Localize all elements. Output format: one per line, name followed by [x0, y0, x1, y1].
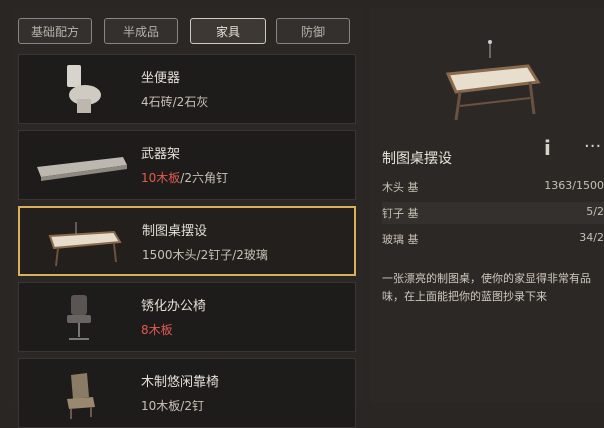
- recipe-panel: 基础配方 半成品 家具 防御 坐便器 4石砖/2石灰 武器架 10木板/2六角钉: [12, 8, 362, 428]
- info-button[interactable]: i: [544, 136, 551, 160]
- requirement-name: 木头 基: [382, 181, 419, 194]
- recipe-item-office-chair[interactable]: 锈化办公椅 8木板: [18, 282, 356, 352]
- requirement-value: 34/2: [579, 231, 604, 244]
- recipe-item-name: 坐便器: [141, 71, 181, 86]
- recipe-item-cost: 10木板/2六角钉: [141, 169, 228, 186]
- requirement-row: 钉子 基 5/2: [382, 202, 604, 224]
- tab-furniture[interactable]: 家具: [190, 18, 266, 44]
- requirement-value: 5/2: [586, 205, 604, 218]
- tab-basic-recipes[interactable]: 基础配方: [18, 18, 92, 44]
- detail-title: 制图桌摆设: [382, 151, 452, 167]
- recipe-item-lounge-chair[interactable]: 木制悠闲靠椅 10木板/2钉: [18, 358, 356, 428]
- item-description: 一张漂亮的制图桌，使你的家显得非常有品味，在上面能把你的蓝图抄录下来: [382, 272, 591, 303]
- toilet-icon: [27, 59, 133, 119]
- recipe-item-drafting-table[interactable]: 制图桌摆设 1500木头/2钉子/2玻璃: [18, 206, 356, 276]
- drafting-table-icon: [28, 212, 134, 272]
- recipe-item-cost: 8木板: [141, 323, 173, 337]
- recipe-item-name: 锈化办公椅: [141, 299, 207, 314]
- weapon-rack-icon: [27, 135, 133, 195]
- requirement-value: 1363/1500: [544, 179, 604, 192]
- cost-insufficient: 10木板: [141, 171, 181, 185]
- tab-defense[interactable]: 防御: [276, 18, 350, 44]
- requirement-name: 钉子 基: [382, 207, 419, 220]
- requirement-row: 玻璃 基 34/2: [382, 228, 604, 250]
- office-chair-icon: [27, 287, 133, 347]
- requirement-name: 玻璃 基: [382, 233, 419, 246]
- requirement-row: 木头 基 1363/1500: [382, 176, 604, 198]
- recipe-item-cost: 10木板/2钉: [141, 399, 204, 413]
- recipe-item-cost: 1500木头/2钉子/2玻璃: [142, 248, 268, 262]
- tab-semi-finished[interactable]: 半成品: [104, 18, 178, 44]
- lounge-chair-icon: [27, 363, 133, 423]
- more-button[interactable]: ···: [584, 136, 601, 157]
- recipe-item-weapon-rack[interactable]: 武器架 10木板/2六角钉: [18, 130, 356, 200]
- recipe-item-name: 木制悠闲靠椅: [141, 375, 220, 390]
- recipe-item-name: 制图桌摆设: [142, 224, 208, 239]
- drafting-table-preview-icon: [445, 40, 541, 121]
- recipe-item-toilet[interactable]: 坐便器 4石砖/2石灰: [18, 54, 356, 124]
- cost-remaining: /2六角钉: [180, 171, 228, 185]
- recipe-item-cost: 4石砖/2石灰: [141, 95, 209, 109]
- detail-panel: 制图桌摆设 i ··· 木头 基 1363/1500 钉子 基 5/2 玻璃 基…: [370, 8, 604, 403]
- recipe-item-name: 武器架: [141, 147, 181, 162]
